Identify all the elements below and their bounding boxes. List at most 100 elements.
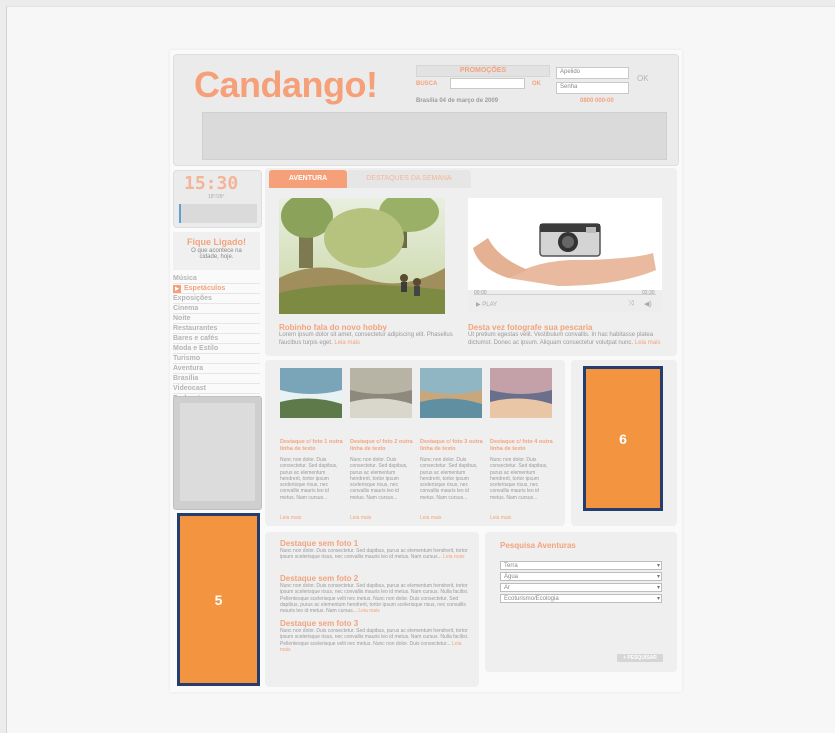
search-selects: Terra ▾ Água ▾ Ar ▾ Ecoturismo/Ecologia ▾ — [500, 561, 662, 605]
thumb-image[interactable] — [350, 368, 412, 418]
chevron-down-icon: ▾ — [656, 596, 660, 602]
sidebar-item-label: Música — [173, 275, 197, 282]
clock: 15:30 — [184, 173, 239, 194]
sidebar-item-label: Exposições — [173, 295, 212, 302]
thumb-more-link[interactable]: Leia mais — [280, 515, 344, 521]
username-input[interactable]: Apelido — [556, 67, 629, 79]
video-time-start: 00:00 — [474, 290, 487, 296]
select-value: Ar — [504, 585, 510, 591]
featured-image-1[interactable] — [279, 198, 445, 314]
thumb-image[interactable] — [420, 368, 482, 418]
fullscreen-icon[interactable]: ⤨ — [628, 300, 634, 308]
sidebar-item-label: Moda e Estilo — [173, 345, 219, 352]
sidebar-menu: Música ▶ Espetáculos Exposições Cinema Noite R… — [173, 274, 260, 404]
volume-icon[interactable]: ◀) — [644, 300, 652, 308]
story-1-more-link[interactable]: Leia mais — [334, 340, 360, 346]
sidebar-item-videocast[interactable]: Videocast — [173, 384, 260, 394]
sidebar-item-noite[interactable]: Noite — [173, 314, 260, 324]
fique-subtitle: O que acontece na cidade, hoje. — [191, 248, 242, 260]
sidebar-item-label: Videocast — [173, 385, 206, 392]
search-ok-button[interactable]: OK — [532, 81, 541, 87]
thumbnail-panel: Destaque c/ foto 1 outra linha de texto … — [265, 360, 565, 526]
story-2-title[interactable]: Desta vez fotografe sua pescaria — [468, 323, 664, 332]
thumb-image[interactable] — [490, 368, 552, 418]
sidebar-item-moda-e-estilo[interactable]: Moda e Estilo — [173, 344, 260, 354]
weather: 18°/28° — [208, 194, 225, 200]
thumb-more-link[interactable]: Leia mais — [420, 515, 484, 521]
phone-text: 0800 000-00 — [580, 98, 614, 104]
thumb-title[interactable]: Destaque c/ foto 2 outra linha de texto — [350, 439, 414, 452]
search-select[interactable]: Ar ▾ — [500, 583, 662, 592]
sidebar-item-label: Noite — [173, 315, 191, 322]
featured-panel: AVENTURA DESTAQUES DA SEMANA 00:00 02:30… — [265, 168, 677, 356]
article-title[interactable]: Destaque sem foto 2 — [280, 574, 470, 583]
thumb-title[interactable]: Destaque c/ foto 3 outra linha de texto — [420, 439, 484, 452]
thumb-more-link[interactable]: Leia mais — [350, 515, 414, 521]
thumb-text: Nunc non dolor. Duis consectetur. Sed da… — [350, 457, 408, 501]
banner-ad[interactable] — [202, 112, 667, 160]
search-select[interactable]: Água ▾ — [500, 572, 662, 581]
play-button[interactable]: ▶ PLAY — [476, 301, 497, 308]
logo[interactable]: Candango! — [194, 64, 378, 106]
search-label: BUSCA — [416, 81, 438, 87]
sidebar-item-label: Bares e cafés — [173, 335, 219, 342]
sidebar-item-label: Brasília — [173, 375, 199, 382]
video-controls: 00:00 02:30 ▶ PLAY ⤨ ◀) — [468, 290, 662, 312]
thumb-text: Nunc non dolor. Duis consectetur. Sed da… — [420, 457, 478, 501]
article-title[interactable]: Destaque sem foto 3 — [280, 619, 470, 628]
search-panel: Pesquisa Aventuras Terra ▾ Água ▾ Ar ▾ Ecoturi… — [485, 532, 677, 672]
thumb-title[interactable]: Destaque c/ foto 1 outra linha de texto — [280, 439, 344, 452]
search-select[interactable]: Ecoturismo/Ecologia ▾ — [500, 594, 662, 603]
select-value: Água — [504, 574, 519, 580]
fique-ligado-box[interactable]: Fique Ligado! O que acontece na cidade, … — [173, 232, 260, 270]
story-2-text: Ut pretium egestas velit. Vestibulum con… — [468, 332, 654, 346]
select-value: Ecoturismo/Ecologia — [504, 596, 559, 602]
sidebar-item-aventura[interactable]: Aventura — [173, 364, 260, 374]
search-submit-button[interactable]: + PESQUISAR — [617, 654, 663, 662]
article-text: Nunc non dolor. Duis consectetur. Sed da… — [280, 628, 469, 647]
tab-aventura[interactable]: AVENTURA — [269, 170, 347, 188]
thumb-card: Destaque c/ foto 1 outra linha de texto … — [280, 368, 344, 521]
login-ok-button[interactable]: OK — [637, 74, 649, 83]
sidebar-item-label: Turismo — [173, 355, 201, 362]
article-more-link[interactable]: Leia mais — [358, 608, 379, 614]
no-photo-article: Destaque sem foto 2 Nunc non dolor. Duis… — [280, 574, 470, 614]
sidebar-item-m-sica[interactable]: Música — [173, 274, 260, 284]
article-title[interactable]: Destaque sem foto 1 — [280, 539, 470, 548]
fique-title: Fique Ligado! — [187, 237, 246, 247]
thumb-image[interactable] — [280, 368, 342, 418]
sidebar-item-label: Restaurantes — [173, 325, 218, 332]
thumb-title[interactable]: Destaque c/ foto 4 outra linha de texto — [490, 439, 554, 452]
sidebar-ad[interactable] — [173, 396, 262, 510]
no-photo-article: Destaque sem foto 3 Nunc non dolor. Duis… — [280, 619, 470, 653]
promo-button[interactable]: PROMOÇÕES — [416, 65, 550, 77]
sidebar-item-restaurantes[interactable]: Restaurantes — [173, 324, 260, 334]
story-2-more-link[interactable]: Leia mais — [635, 340, 661, 346]
sidebar-item-espet-culos[interactable]: ▶ Espetáculos — [173, 284, 260, 294]
article-more-link[interactable]: Leia mais — [443, 554, 464, 560]
tab-destaques[interactable]: DESTAQUES DA SEMANA — [347, 170, 471, 188]
thumb-card: Destaque c/ foto 3 outra linha de texto … — [420, 368, 484, 521]
featured-image-2[interactable] — [468, 198, 662, 290]
sidebar-item-bras-lia[interactable]: Brasília — [173, 374, 260, 384]
clock-widget: 15:30 18°/28° — [173, 170, 262, 228]
thumb-text: Nunc non dolor. Duis consectetur. Sed da… — [490, 457, 548, 501]
thumb-card: Destaque c/ foto 2 outra linha de texto … — [350, 368, 414, 521]
no-photo-article: Destaque sem foto 1 Nunc non dolor. Duis… — [280, 539, 470, 561]
weather-box — [179, 204, 257, 223]
search-select[interactable]: Terra ▾ — [500, 561, 662, 570]
story-1-text: Lorem ipsum dolor sit amet, consectetur … — [279, 332, 453, 346]
chevron-down-icon: ▾ — [656, 585, 660, 591]
sidebar-item-turismo[interactable]: Turismo — [173, 354, 260, 364]
password-input[interactable]: Senha — [556, 82, 629, 94]
search-input[interactable] — [450, 78, 525, 89]
thumb-more-link[interactable]: Leia mais — [490, 515, 554, 521]
annotation-marker-6: 6 — [583, 366, 663, 511]
sidebar-item-exposi-es[interactable]: Exposições — [173, 294, 260, 304]
annotation-marker-5: 5 — [177, 513, 260, 686]
no-photo-panel: Destaque sem foto 1 Nunc non dolor. Duis… — [265, 532, 479, 687]
chevron-down-icon: ▾ — [656, 563, 660, 569]
story-1-title[interactable]: Robinho fala do novo hobby — [279, 323, 455, 332]
sidebar-item-cinema[interactable]: Cinema — [173, 304, 260, 314]
sidebar-item-bares-e-caf-s[interactable]: Bares e cafés — [173, 334, 260, 344]
